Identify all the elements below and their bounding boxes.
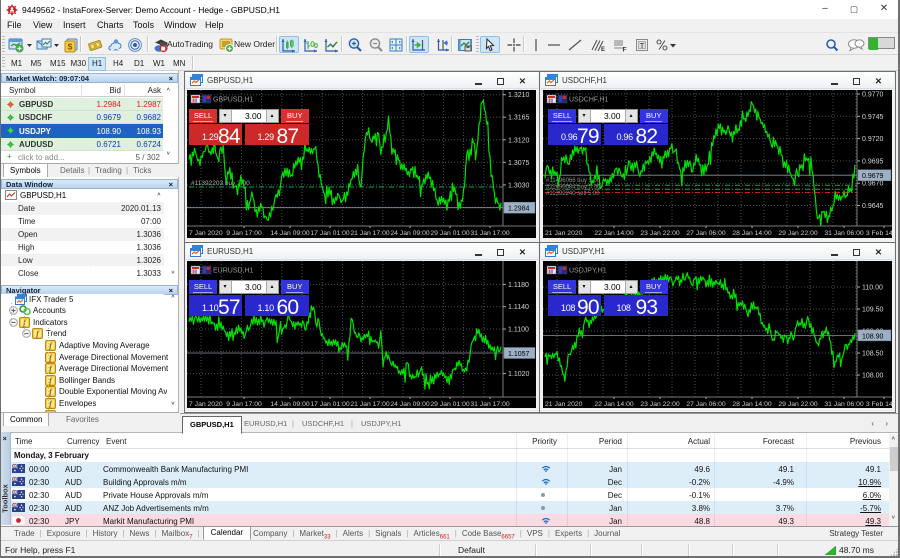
svg-text:1.3210: 1.3210 xyxy=(508,92,530,99)
svg-text:14 Jan 09:00: 14 Jan 09:00 xyxy=(270,401,310,408)
svg-text:24 Jan 09:00: 24 Jan 09:00 xyxy=(390,401,430,408)
svg-text:108.50: 108.50 xyxy=(862,351,884,358)
svg-text:27 Jan 06:00: 27 Jan 06:00 xyxy=(686,401,726,408)
svg-text:E: E xyxy=(601,47,605,53)
svg-text:USDCHF,H1: USDCHF,H1 xyxy=(569,97,608,104)
svg-text:28 Jan 14:00: 28 Jan 14:00 xyxy=(732,230,772,237)
svg-text:109.50: 109.50 xyxy=(862,307,884,314)
svg-text:21 Jan 2020: 21 Jan 2020 xyxy=(545,401,583,408)
svg-text:0.9670: 0.9670 xyxy=(862,181,884,188)
svg-text:22 Jan 14:00: 22 Jan 14:00 xyxy=(594,230,634,237)
svg-text:17 Jan 01:00: 17 Jan 01:00 xyxy=(310,401,350,408)
svg-text:28 Jan 14:00: 28 Jan 14:00 xyxy=(732,401,772,408)
svg-text:0.9720: 0.9720 xyxy=(862,136,884,143)
svg-text:31 Jan 17:00: 31 Jan 17:00 xyxy=(470,401,510,408)
svg-text:23 Jan 22:00: 23 Jan 22:00 xyxy=(640,401,680,408)
svg-text:31 Jan 06:00: 31 Jan 06:00 xyxy=(824,230,864,237)
svg-text:17 Jan 01:00: 17 Jan 01:00 xyxy=(310,230,350,237)
svg-text:29 Jan 01:00: 29 Jan 01:00 xyxy=(430,401,470,408)
svg-text:0.9745: 0.9745 xyxy=(862,114,884,121)
svg-text:0.9645: 0.9645 xyxy=(862,203,884,210)
svg-text:9 Jan 17:00: 9 Jan 17:00 xyxy=(226,401,262,408)
svg-text:0.9679: 0.9679 xyxy=(862,173,884,180)
svg-text:7 Jan 2020: 7 Jan 2020 xyxy=(189,230,223,237)
svg-text:110.00: 110.00 xyxy=(862,285,883,292)
svg-text:21 Jan 2020: 21 Jan 2020 xyxy=(545,230,583,237)
svg-text:29 Jan 22:00: 29 Jan 22:00 xyxy=(778,230,818,237)
svg-text:$: $ xyxy=(68,41,73,51)
svg-text:1.1100: 1.1100 xyxy=(508,327,529,334)
svg-text:1.1140: 1.1140 xyxy=(508,304,529,311)
svg-text:1.1020: 1.1020 xyxy=(508,371,530,378)
svg-text:108.00: 108.00 xyxy=(862,373,884,380)
svg-text:1.3120: 1.3120 xyxy=(508,137,530,144)
svg-text:24 Jan 09:00: 24 Jan 09:00 xyxy=(390,230,430,237)
svg-text:23 Jan 22:00: 23 Jan 22:00 xyxy=(640,230,680,237)
svg-text:29 Jan 01:00: 29 Jan 01:00 xyxy=(430,230,470,237)
svg-text:7 Jan 2020: 7 Jan 2020 xyxy=(189,401,223,408)
svg-text:#11496084 buy 5.00: #11496084 buy 5.00 xyxy=(546,185,601,191)
svg-text:EURUSD,H1: EURUSD,H1 xyxy=(213,268,254,275)
svg-text:22 Jan 14:00: 22 Jan 14:00 xyxy=(594,401,634,408)
svg-text:1.3165: 1.3165 xyxy=(508,115,530,122)
svg-text:9 Jan 17:00: 9 Jan 17:00 xyxy=(226,230,262,237)
svg-text:14 Jan 09:00: 14 Jan 09:00 xyxy=(270,230,310,237)
svg-text:GBPUSD,H1: GBPUSD,H1 xyxy=(213,97,254,104)
svg-text:F: F xyxy=(623,46,627,53)
svg-text:0.9770: 0.9770 xyxy=(862,92,884,99)
svg-text:USDJPY,H1: USDJPY,H1 xyxy=(569,268,607,275)
svg-text:#11392240 sell 5.00: #11392240 sell 5.00 xyxy=(546,191,600,197)
svg-text:29 Jan 22:00: 29 Jan 22:00 xyxy=(778,401,818,408)
svg-text:3 Feb 14:00: 3 Feb 14:00 xyxy=(866,401,892,408)
svg-text:3 Feb 14:00: 3 Feb 14:00 xyxy=(866,230,892,237)
svg-text:31 Jan 17:00: 31 Jan 17:00 xyxy=(470,230,510,237)
svg-text:108.90: 108.90 xyxy=(862,333,884,340)
svg-text:1.1180: 1.1180 xyxy=(508,282,529,289)
svg-text:31 Jan 06:00: 31 Jan 06:00 xyxy=(824,401,864,408)
svg-text:27 Jan 06:00: 27 Jan 06:00 xyxy=(686,230,726,237)
svg-text:21 Jan 17:00: 21 Jan 17:00 xyxy=(350,401,390,408)
svg-text:0.9695: 0.9695 xyxy=(862,158,884,165)
svg-text:T: T xyxy=(640,41,645,50)
svg-text:1.3030: 1.3030 xyxy=(508,182,530,189)
svg-text:1.3075: 1.3075 xyxy=(508,160,530,167)
svg-text:1.2984: 1.2984 xyxy=(508,206,530,213)
svg-text:21 Jan 17:00: 21 Jan 17:00 xyxy=(350,230,390,237)
svg-text:1.1057: 1.1057 xyxy=(508,351,530,358)
